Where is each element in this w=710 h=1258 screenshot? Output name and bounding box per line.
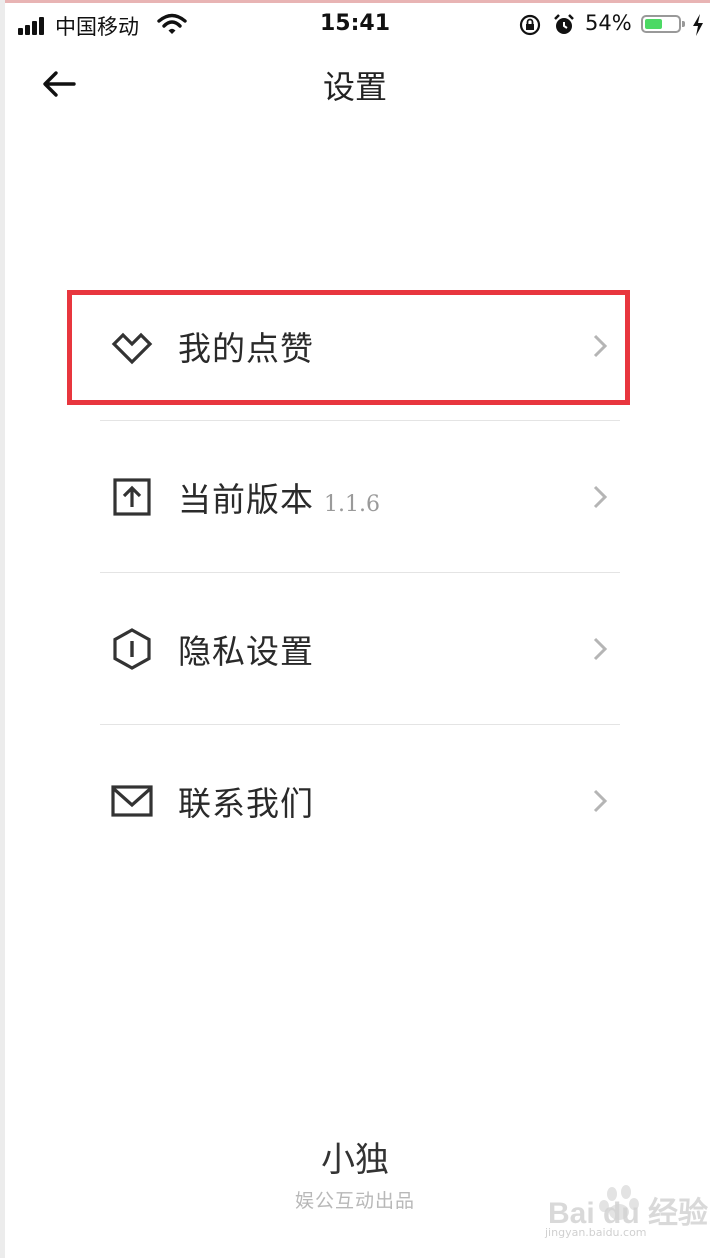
settings-item-label: 当前版本 [178,480,314,519]
battery-fill [645,19,663,29]
charging-bolt-icon [693,14,703,36]
battery-percent: 54% [585,11,632,35]
rotation-lock-icon [519,14,541,36]
left-edge-strip [0,0,5,1258]
settings-item-label: 我的点赞 [178,329,314,368]
watermark-subtext: jingyan.baidu.com [545,1226,647,1239]
settings-item-label: 联系我们 [178,784,314,823]
upload-box-icon [113,478,151,516]
settings-item-version[interactable]: 当前版本 1.1.6 [100,420,620,572]
settings-item-contact[interactable]: 联系我们 [100,724,620,876]
alarm-clock-icon [554,14,574,34]
version-number: 1.1.6 [324,492,380,517]
app-name: 小独 [321,1140,389,1180]
chevron-right-icon [593,334,608,358]
settings-list: 我的点赞 当前版本 1.1.6 隐私设置 联系我们 [100,270,620,876]
mail-icon [111,785,153,817]
chevron-right-icon [593,485,608,509]
page-title: 设置 [322,68,387,106]
hexagon-info-icon [113,628,151,670]
status-bar: 中国移动 15:41 54% [0,3,710,45]
settings-item-privacy[interactable]: 隐私设置 [100,572,620,724]
heart-diamond-icon [111,332,153,365]
settings-item-label: 隐私设置 [178,632,314,671]
chevron-right-icon [593,637,608,661]
settings-item-likes[interactable]: 我的点赞 [100,270,620,420]
battery-icon [641,15,685,33]
chevron-right-icon [593,789,608,813]
